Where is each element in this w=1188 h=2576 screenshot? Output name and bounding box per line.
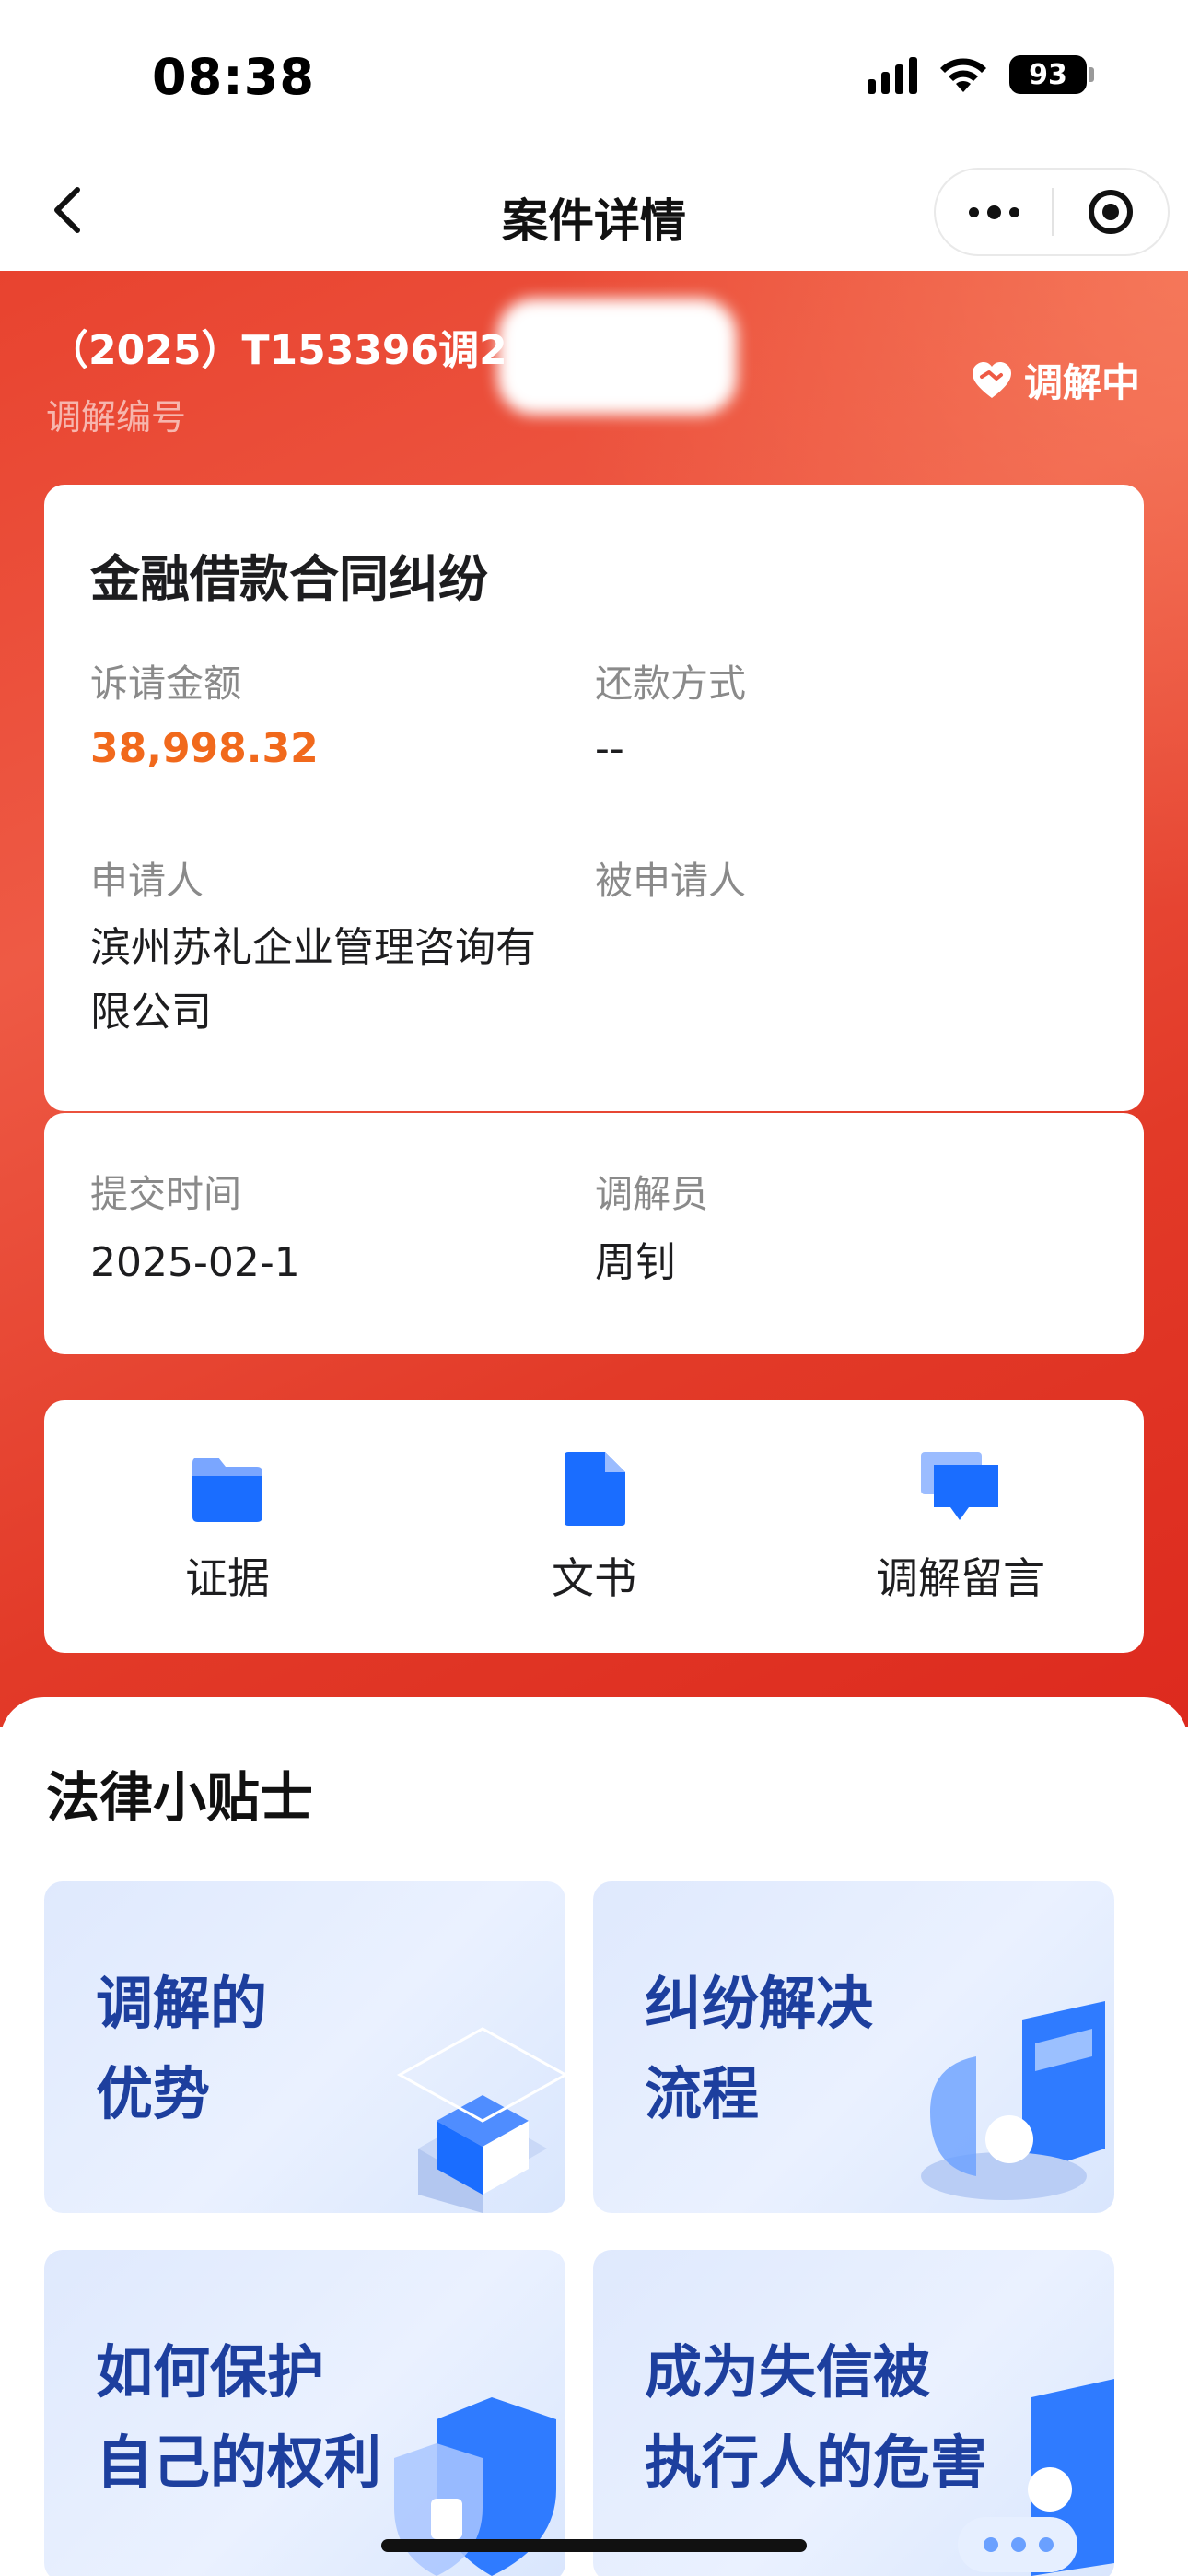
- handshake-heart-icon: [972, 361, 1011, 398]
- tip-card-text: 如何保护 自己的权利: [96, 2338, 382, 2496]
- mini-program-capsule: [934, 168, 1170, 256]
- mediator-value: 周钊: [595, 1239, 676, 1286]
- amount-value: 38,998.32: [90, 725, 319, 772]
- case-status-text: 调解中: [1023, 360, 1140, 405]
- applicant-label: 申请人: [90, 859, 204, 903]
- home-indicator[interactable]: [381, 2539, 807, 2552]
- submit-time-value: 2025-02-1: [90, 1239, 300, 1286]
- status-icons: 93: [868, 55, 1094, 94]
- cube-illustration-icon: [396, 2027, 565, 2213]
- respondent-label: 被申请人: [595, 859, 746, 903]
- submit-time-label: 提交时间: [90, 1172, 241, 1216]
- folder-icon: [186, 1447, 269, 1530]
- case-actions-card: 证据 文书 调解留言: [44, 1400, 1144, 1653]
- status-bar: 08:38 93: [0, 0, 1188, 157]
- case-type: 金融借款合同纠纷: [90, 550, 488, 608]
- tip-card-dishonest-harm[interactable]: 成为失信被 执行人的危害: [593, 2250, 1114, 2576]
- tip-card-process[interactable]: 纠纷解决 流程: [593, 1881, 1114, 2213]
- case-detail-page: 08:38 93 案件详情 （2025）T153396调2 调解编号 调解中 金…: [0, 0, 1188, 2576]
- document-icon: [553, 1447, 635, 1530]
- evidence-button[interactable]: 证据: [44, 1400, 411, 1653]
- redaction-blur: [497, 299, 737, 415]
- battery-icon: 93: [1009, 55, 1094, 94]
- mediation-message-button[interactable]: 调解留言: [777, 1400, 1144, 1653]
- tip-card-text: 成为失信被 执行人的危害: [645, 2338, 988, 2496]
- message-icon: [919, 1447, 1002, 1530]
- case-info-card: 金融借款合同纠纷 诉请金额 38,998.32 还款方式 -- 申请人 滨州苏礼…: [44, 485, 1144, 1111]
- mediation-message-label: 调解留言: [876, 1553, 1045, 1603]
- target-close-icon: [1089, 190, 1133, 234]
- applicant-value: 滨州苏礼企业管理咨询有 限公司: [90, 924, 536, 1036]
- case-number: （2025）T153396调2: [48, 327, 507, 374]
- close-button[interactable]: [1054, 170, 1168, 254]
- signal-icon: [868, 55, 917, 94]
- case-number-label: 调解编号: [46, 397, 187, 438]
- mediator-label: 调解员: [595, 1172, 708, 1216]
- documents-button[interactable]: 文书: [411, 1400, 777, 1653]
- legal-tips-section: 法律小贴士 调解的 优势 纠纷解决 流程 如何保护 自己的权利 成为失信被 执行…: [0, 1697, 1188, 2576]
- tip-card-protect-rights[interactable]: 如何保护 自己的权利: [44, 2250, 565, 2576]
- case-status-badge: 调解中: [971, 352, 1140, 408]
- legal-tips-title: 法律小贴士: [46, 1766, 314, 1829]
- status-time: 08:38: [152, 48, 315, 106]
- case-time-card: 提交时间 2025-02-1 调解员 周钊: [44, 1113, 1144, 1354]
- nav-bar: 案件详情: [0, 157, 1188, 271]
- wifi-icon: [940, 58, 986, 92]
- repay-method-label: 还款方式: [595, 662, 746, 706]
- monitor-illustration-icon: [921, 2001, 1105, 2200]
- more-dots-icon: [968, 206, 979, 217]
- redaction-blur: [560, 918, 799, 982]
- tip-card-advantages[interactable]: 调解的 优势: [44, 1881, 565, 2213]
- tip-card-text: 调解的 优势: [96, 1970, 268, 2127]
- amount-label: 诉请金额: [90, 662, 241, 706]
- documents-label: 文书: [552, 1553, 636, 1603]
- case-header: （2025）T153396调2 调解编号 调解中 金融借款合同纠纷 诉请金额 3…: [0, 271, 1188, 1727]
- tip-card-text: 纠纷解决 流程: [645, 1970, 874, 2127]
- repay-method-value: --: [595, 725, 624, 772]
- evidence-label: 证据: [185, 1553, 270, 1603]
- more-button[interactable]: [936, 170, 1052, 254]
